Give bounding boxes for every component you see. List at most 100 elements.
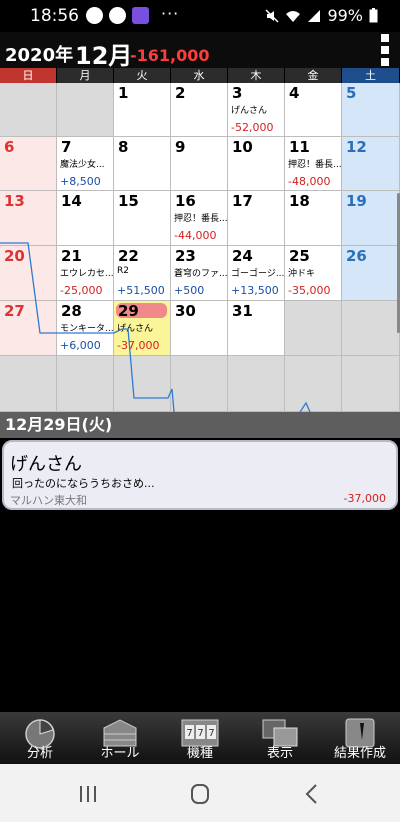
calendar-day-8[interactable]: 8 [114, 137, 171, 191]
day-number: 28 [61, 302, 82, 320]
calendar-day-6[interactable]: 6 [0, 137, 57, 191]
more-notifications-icon: ··· [161, 4, 180, 23]
calendar-day-30[interactable]: 30 [171, 301, 228, 356]
calendar-day-15[interactable]: 15 [114, 191, 171, 246]
day-number: 31 [232, 302, 253, 320]
result-button[interactable]: 結果作成 [320, 712, 400, 764]
calendar-day-28[interactable]: 28 モンキータ... +6,000 [57, 301, 114, 356]
day-number: 10 [232, 138, 253, 156]
recent-apps-icon[interactable] [68, 780, 108, 808]
day-amount: +51,500 [117, 284, 165, 297]
entry-store: マルハン東大和 [10, 494, 87, 507]
day-number: 11 [289, 138, 310, 156]
day-memo: げんさん [117, 324, 154, 334]
calendar-day-3[interactable]: 3 げんさん -52,000 [228, 83, 285, 137]
day-number: 29 [118, 302, 139, 320]
calendar-day-4[interactable]: 4 [285, 83, 342, 137]
day-number: 20 [4, 247, 25, 265]
calendar-day-27[interactable]: 27 [0, 301, 57, 356]
calendar-empty-cell [228, 356, 285, 412]
machine-label: 機種 [186, 746, 213, 761]
home-icon[interactable] [180, 780, 220, 808]
calendar-day-17[interactable]: 17 [228, 191, 285, 246]
day-memo: 蒼穹のファ... [174, 269, 228, 279]
bottom-toolbar: 分析 ホール 777 機種 表示 結果作成 [0, 712, 400, 764]
analysis-button[interactable]: 分析 [0, 712, 80, 764]
svg-text:7: 7 [197, 728, 203, 739]
calendar-day-24[interactable]: 24 ゴーゴージ... +13,500 [228, 246, 285, 301]
calendar-empty-cell [342, 356, 400, 412]
calendar-day-1[interactable]: 1 [114, 83, 171, 137]
day-number: 15 [118, 192, 139, 210]
day-memo: 魔法少女... [60, 160, 105, 170]
weekday-fri: 金 [285, 68, 342, 83]
calendar-day-5[interactable]: 5 [342, 83, 400, 137]
day-amount: -35,000 [288, 284, 331, 297]
weekday-thu: 木 [228, 68, 285, 83]
calendar-day-11[interactable]: 11 押忍！番長... -48,000 [285, 137, 342, 191]
calendar-day-7[interactable]: 7 魔法少女... +8,500 [57, 137, 114, 191]
calendar-empty-cell [114, 356, 171, 412]
calendar-header: 2020年 12月 -161,000 [0, 32, 400, 71]
smiley-icon [86, 7, 103, 24]
day-number: 18 [289, 192, 310, 210]
calendar-day-23[interactable]: 23 蒼穹のファ... +500 [171, 246, 228, 301]
day-amount: +8,500 [60, 175, 101, 188]
entry-memo: 回ったのにならうちおさめ... [12, 477, 155, 490]
day-amount: +13,500 [231, 284, 279, 297]
entry-card[interactable]: げんさん 回ったのにならうちおさめ... マルハン東大和 -37,000 [2, 440, 398, 510]
day-number: 12 [346, 138, 367, 156]
calendar-day-19[interactable]: 19 [342, 191, 400, 246]
hall-button[interactable]: ホール [80, 712, 160, 764]
entry-title: げんさん [10, 454, 82, 475]
day-number: 9 [175, 138, 186, 156]
entry-amount: -37,000 [343, 492, 386, 505]
display-label: 表示 [266, 746, 293, 761]
calendar-day-2[interactable]: 2 [171, 83, 228, 137]
analysis-label: 分析 [26, 746, 53, 761]
day-number: 4 [289, 84, 300, 102]
calendar-day-29[interactable]: 29 げんさん -37,000 [114, 301, 171, 356]
result-label: 結果作成 [333, 746, 386, 761]
calendar-empty-cell [57, 356, 114, 412]
calendar-day-13[interactable]: 13 [0, 191, 57, 246]
display-button[interactable]: 表示 [240, 712, 320, 764]
calendar-day-26[interactable]: 26 [342, 246, 400, 301]
calendar-day-10[interactable]: 10 [228, 137, 285, 191]
day-number: 14 [61, 192, 82, 210]
day-memo: 押忍！番長... [288, 160, 342, 170]
weekday-sun: 日 [0, 68, 57, 83]
calendar-day-16[interactable]: 16 押忍！番長... -44,000 [171, 191, 228, 246]
day-amount: +500 [174, 284, 205, 297]
calendar-day-14[interactable]: 14 [57, 191, 114, 246]
day-number: 2 [175, 84, 186, 102]
calendar-day-25[interactable]: 25 沖ドキ -35,000 [285, 246, 342, 301]
calendar-day-22[interactable]: 22 R2 +51,500 [114, 246, 171, 301]
day-number: 30 [175, 302, 196, 320]
hall-label: ホール [100, 746, 140, 761]
calendar-grid: 1 2 3 げんさん -52,000 4 5 6 7 魔法少女... +8,500 8 9 10 11 押忍！… [0, 83, 400, 412]
year-label[interactable]: 2020年 [5, 41, 73, 67]
machine-button[interactable]: 777 機種 [160, 712, 240, 764]
calendar-day-20[interactable]: 20 [0, 246, 57, 301]
calendar-day-18[interactable]: 18 [285, 191, 342, 246]
calendar-day-12[interactable]: 12 [342, 137, 400, 191]
overflow-menu-icon[interactable] [378, 34, 392, 66]
back-icon[interactable] [292, 780, 332, 808]
calendar-empty-cell [285, 301, 342, 356]
calendar-day-21[interactable]: 21 エウレカセ... -25,000 [57, 246, 114, 301]
month-label[interactable]: 12月 [75, 36, 132, 71]
calendar-day-31[interactable]: 31 [228, 301, 285, 356]
day-amount: +6,000 [60, 339, 101, 352]
calendar-day-9[interactable]: 9 [171, 137, 228, 191]
day-number: 13 [4, 192, 25, 210]
day-amount: -44,000 [174, 229, 217, 242]
calendar-empty-cell [285, 356, 342, 412]
weekday-tue: 火 [114, 68, 171, 83]
day-memo: 押忍！番長... [174, 214, 228, 224]
day-amount: -48,000 [288, 175, 331, 188]
calendar-empty-cell [0, 83, 57, 137]
day-number: 24 [232, 247, 253, 265]
day-number: 22 [118, 247, 139, 265]
day-number: 25 [289, 247, 310, 265]
